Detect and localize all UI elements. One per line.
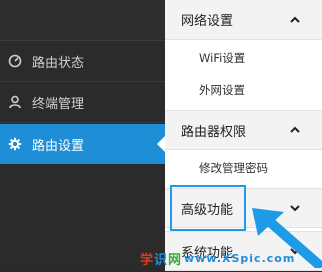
sidebar-item-label: 终端管理	[32, 96, 85, 112]
submenu-item-wan-settings[interactable]: 外网设置	[165, 75, 322, 105]
chevron-up-icon	[288, 13, 302, 27]
sidebar-item-label: 路由设置	[32, 138, 85, 154]
highlight-box	[170, 185, 246, 231]
submenu-item-label: 修改管理密码	[199, 161, 268, 175]
gauge-icon	[8, 54, 22, 68]
section-title: 网络设置	[181, 14, 234, 29]
chevron-up-icon	[288, 123, 302, 137]
watermark-part: 网	[168, 252, 183, 268]
sidebar-header	[0, 0, 165, 40]
sidebar-item-terminal-management[interactable]: 终端管理	[0, 82, 165, 122]
watermark: 学 识 网 www.XSpic.com	[140, 248, 295, 268]
submenu-item-label: 外网设置	[199, 83, 245, 97]
sidebar-item-label: 路由状态	[32, 55, 85, 71]
watermark-domain: www.XSpic.com	[184, 251, 296, 265]
watermark-part: 学	[140, 252, 155, 268]
user-icon	[8, 95, 22, 109]
section-router-permissions[interactable]: 路由器权限	[165, 110, 322, 150]
submenu-item-wifi-settings[interactable]: WiFi设置	[165, 43, 322, 73]
submenu-item-change-admin-password[interactable]: 修改管理密码	[165, 153, 322, 183]
sidebar-item-route-status[interactable]: 路由状态	[0, 41, 165, 81]
section-network-settings[interactable]: 网络设置	[165, 0, 322, 40]
sidebar-divider	[0, 122, 165, 123]
submenu-item-label: WiFi设置	[199, 51, 246, 65]
watermark-part: 识	[154, 252, 169, 268]
sidebar-item-route-settings[interactable]: 路由设置	[0, 124, 165, 164]
gear-icon	[8, 137, 22, 151]
section-title: 路由器权限	[181, 124, 247, 140]
